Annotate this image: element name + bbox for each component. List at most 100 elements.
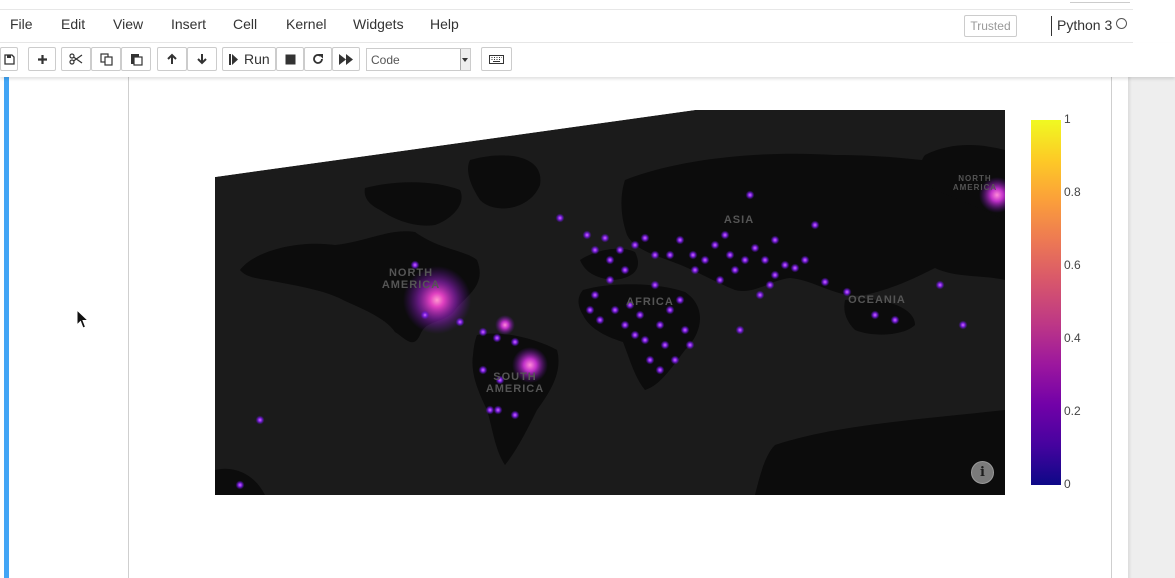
cell-type-select[interactable]: Code xyxy=(366,48,471,71)
continent-label: NORTH xyxy=(958,174,991,183)
heat-point xyxy=(610,305,620,315)
top-strip xyxy=(0,0,1133,10)
paste-icon xyxy=(130,54,143,66)
menu-file[interactable]: File xyxy=(10,16,33,32)
heat-point xyxy=(890,315,900,325)
paste-button[interactable] xyxy=(121,47,151,71)
continent-label: AMERICA xyxy=(953,183,997,192)
heat-point xyxy=(615,245,625,255)
heat-point xyxy=(255,415,265,425)
heat-point xyxy=(755,290,765,300)
continent-label: ASIA xyxy=(724,214,754,226)
heat-point xyxy=(680,325,690,335)
colorbar-tick: 0.8 xyxy=(1064,185,1081,199)
run-button[interactable]: Run xyxy=(222,47,276,71)
heat-point xyxy=(688,250,698,260)
heat-point xyxy=(640,233,650,243)
heat-point xyxy=(660,340,670,350)
heat-point xyxy=(650,250,660,260)
heat-point xyxy=(735,325,745,335)
heat-point xyxy=(605,275,615,285)
heat-point xyxy=(820,277,830,287)
restart-button[interactable] xyxy=(304,47,332,71)
heat-point xyxy=(800,255,810,265)
continent-label: AMERICA xyxy=(382,279,440,291)
restart-run-all-button[interactable] xyxy=(332,47,360,71)
heat-point xyxy=(420,310,430,320)
heat-point xyxy=(620,265,630,275)
heat-point xyxy=(790,263,800,273)
heat-point xyxy=(745,190,755,200)
colorbar xyxy=(1031,120,1061,485)
cut-button[interactable] xyxy=(61,47,91,71)
kernel-separator xyxy=(1051,16,1052,36)
heat-point xyxy=(780,260,790,270)
heat-hotspot xyxy=(495,315,515,335)
menu-insert[interactable]: Insert xyxy=(171,16,206,32)
heat-point xyxy=(675,295,685,305)
keyboard-icon xyxy=(489,54,504,64)
heat-point xyxy=(935,280,945,290)
menu-widgets[interactable]: Widgets xyxy=(353,16,404,32)
menu-help[interactable]: Help xyxy=(430,16,459,32)
heat-point xyxy=(585,305,595,315)
interrupt-button[interactable] xyxy=(276,47,304,71)
heat-point xyxy=(455,317,465,327)
menu-kernel[interactable]: Kernel xyxy=(286,16,326,32)
density-map[interactable]: NORTHAMERICASOUTHAMERICAAFRICAASIAOCEANI… xyxy=(215,110,1005,495)
heat-point xyxy=(740,255,750,265)
heat-point xyxy=(700,255,710,265)
colorbar-tick: 0.2 xyxy=(1064,404,1081,418)
menu-cell[interactable]: Cell xyxy=(233,16,257,32)
copy-button[interactable] xyxy=(91,47,121,71)
heat-point xyxy=(485,405,495,415)
copy-icon xyxy=(99,52,113,66)
header-tab xyxy=(1070,0,1130,3)
move-up-button[interactable] xyxy=(157,47,187,71)
heat-point xyxy=(620,320,630,330)
heat-point xyxy=(665,250,675,260)
continent-label: NORTH xyxy=(389,267,433,279)
heat-point xyxy=(510,337,520,347)
heat-point xyxy=(870,310,880,320)
heat-point xyxy=(670,355,680,365)
mouse-cursor-icon xyxy=(76,309,90,329)
heat-point xyxy=(640,335,650,345)
heat-point xyxy=(750,243,760,253)
heat-point xyxy=(555,213,565,223)
heat-point xyxy=(655,320,665,330)
save-button[interactable] xyxy=(0,47,18,71)
trusted-indicator[interactable]: Trusted xyxy=(964,15,1017,37)
heat-point xyxy=(710,240,720,250)
fast-forward-icon xyxy=(339,53,353,65)
menu-view[interactable]: View xyxy=(113,16,143,32)
restart-icon xyxy=(313,54,323,64)
heat-point xyxy=(645,355,655,365)
menu-edit[interactable]: Edit xyxy=(61,16,85,32)
colorbar-tick: 0 xyxy=(1064,477,1071,491)
heat-point xyxy=(770,235,780,245)
kernel-name[interactable]: Python 3 xyxy=(1057,17,1112,33)
info-icon[interactable]: i xyxy=(971,461,994,484)
move-down-button[interactable] xyxy=(187,47,217,71)
heat-point xyxy=(715,275,725,285)
arrow-up-icon xyxy=(167,53,177,64)
heat-point xyxy=(492,333,502,343)
heat-point xyxy=(810,220,820,230)
chevron-down-icon[interactable] xyxy=(460,49,470,70)
insert-cell-button[interactable] xyxy=(28,47,56,71)
toolbar: Run Code xyxy=(0,43,1175,77)
heat-point xyxy=(655,365,665,375)
plus-icon xyxy=(37,54,47,64)
scissors-icon xyxy=(69,53,83,65)
step-forward-icon xyxy=(229,53,238,65)
heat-point xyxy=(630,330,640,340)
heat-point xyxy=(510,410,520,420)
heat-point xyxy=(595,315,605,325)
command-palette-button[interactable] xyxy=(481,47,512,71)
continent-label: AFRICA xyxy=(626,296,674,308)
heat-point xyxy=(600,233,610,243)
continent-label: AMERICA xyxy=(486,383,544,395)
heat-point xyxy=(690,265,700,275)
heat-point xyxy=(590,290,600,300)
